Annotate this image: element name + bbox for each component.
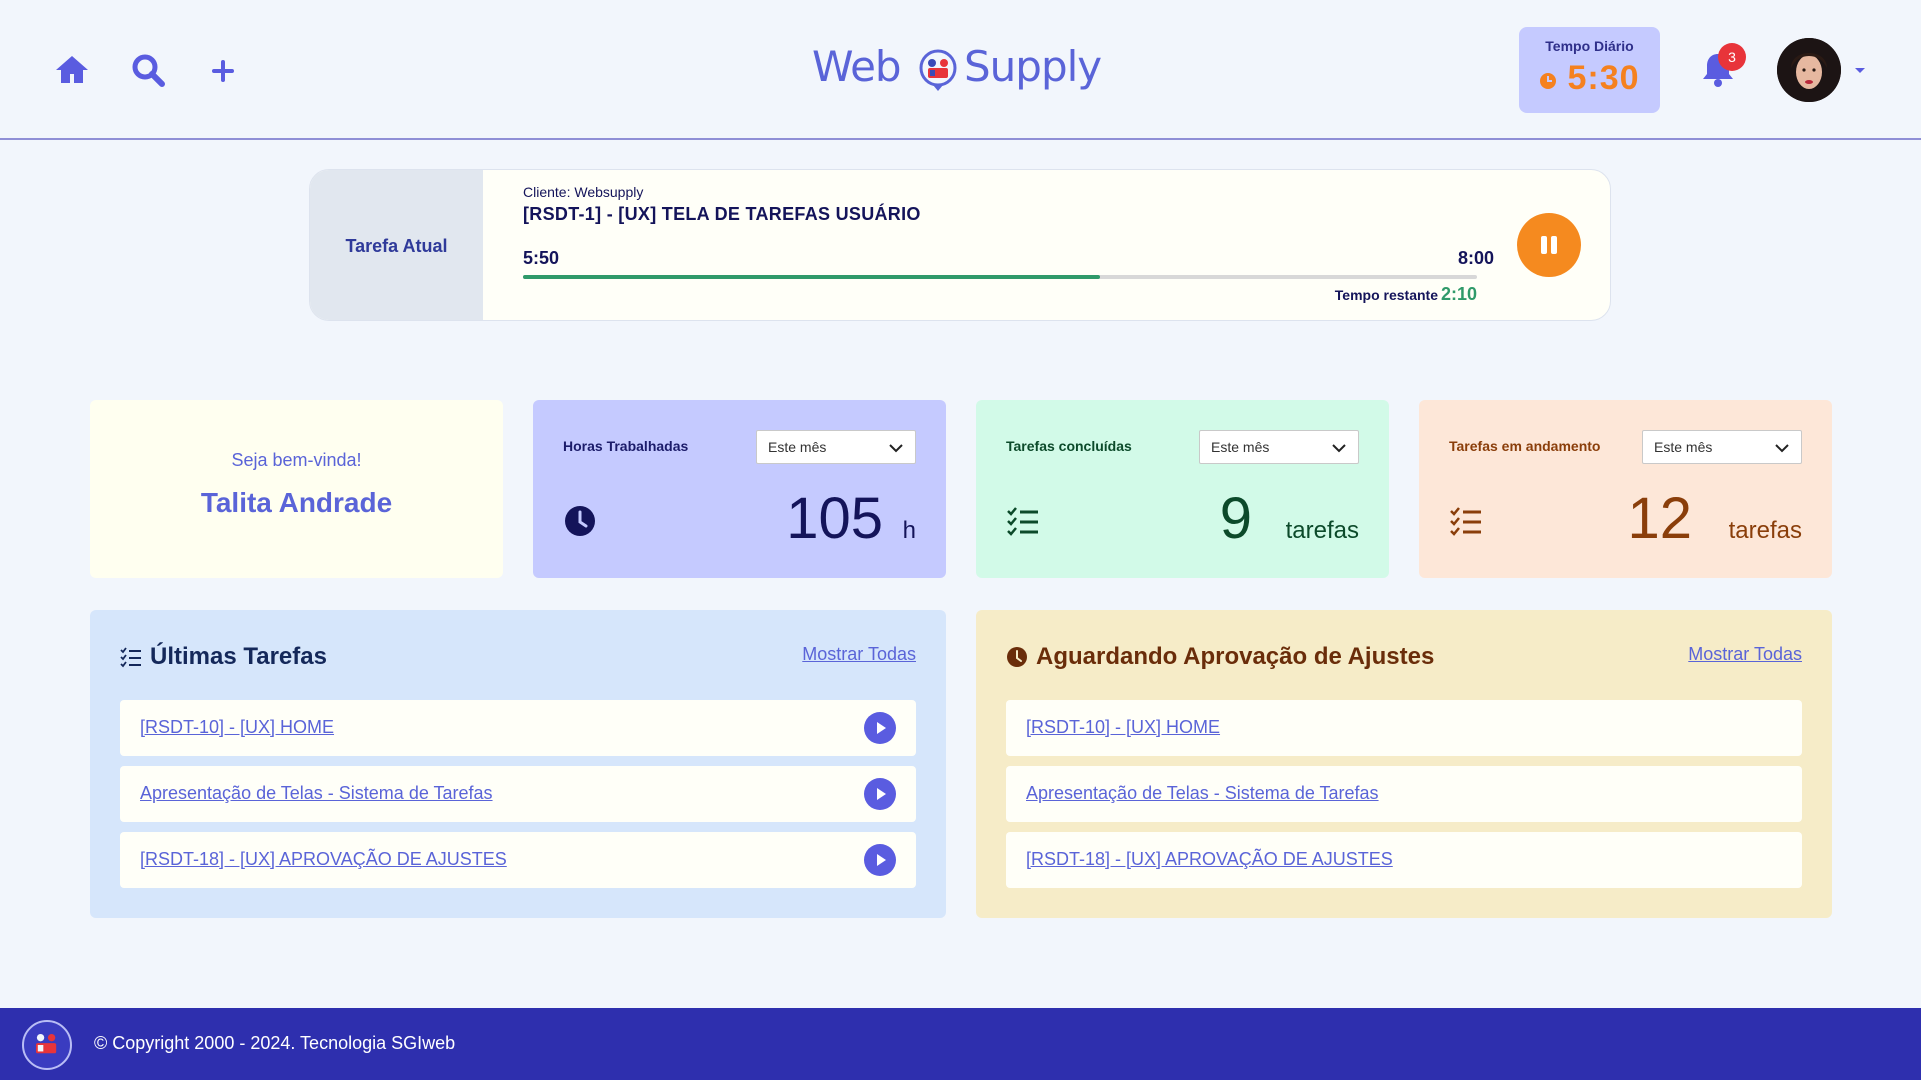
logo-text-supply: Supply	[964, 42, 1102, 91]
pause-icon	[1541, 236, 1547, 254]
websupply-logo: Web Supply	[812, 40, 1112, 100]
list-item[interactable]: [RSDT-18] - [UX] APROVAÇÃO DE AJUSTES	[120, 832, 916, 888]
chevron-down-icon[interactable]	[1852, 62, 1868, 78]
in-progress-period-value: Este mês	[1654, 439, 1713, 455]
user-name: Talita Andrade	[200, 487, 393, 518]
task-start-time: 5:50	[523, 248, 560, 268]
user-avatar[interactable]	[1777, 38, 1841, 102]
completed-tasks-card: Tarefas concluídas Este mês 9 tarefas	[976, 400, 1389, 578]
in-progress-period-select[interactable]: Este mês	[1642, 430, 1802, 464]
chevron-down-icon	[1332, 444, 1346, 453]
footer: © Copyright 2000 - 2024. Tecnologia SGIw…	[0, 1008, 1921, 1080]
play-icon[interactable]	[864, 712, 896, 744]
task-progress-fill	[523, 275, 1101, 279]
in-progress-tasks-label: Tarefas em andamento	[1449, 438, 1601, 454]
search-icon[interactable]	[128, 50, 168, 90]
latest-tasks-header: Últimas Tarefas	[120, 640, 327, 674]
checklist-icon	[1450, 507, 1481, 536]
completed-period-value: Este mês	[1211, 439, 1270, 455]
play-icon[interactable]	[864, 778, 896, 810]
footer-logo-icon	[22, 1020, 72, 1070]
list-item-link[interactable]: [RSDT-10] - [UX] HOME	[140, 717, 334, 738]
list-item-link[interactable]: [RSDT-10] - [UX] HOME	[1026, 717, 1220, 738]
latest-tasks-title: Últimas Tarefas	[150, 643, 327, 670]
notification-badge: 3	[1718, 43, 1746, 71]
current-task-label: Tarefa Atual	[345, 235, 448, 256]
in-progress-tasks-unit: tarefas	[1728, 517, 1802, 544]
copyright-text: © Copyright 2000 - 2024. Tecnologia SGIw…	[94, 1033, 456, 1053]
task-progress-bar	[523, 275, 1477, 279]
list-item-link[interactable]: [RSDT-18] - [UX] APROVAÇÃO DE AJUSTES	[140, 849, 507, 870]
latest-tasks-show-all-link[interactable]: Mostrar Todas	[802, 644, 916, 665]
hours-worked-unit: h	[902, 517, 916, 544]
logo-emblem-icon	[919, 49, 957, 91]
list-item-link[interactable]: Apresentação de Telas - Sistema de Taref…	[140, 783, 493, 804]
checklist-icon	[1007, 507, 1038, 536]
latest-tasks-panel: Últimas Tarefas Mostrar Todas [RSDT-10] …	[90, 610, 946, 918]
daily-time-value: 5:30	[1567, 59, 1640, 97]
hours-period-select[interactable]: Este mês	[756, 430, 916, 464]
in-progress-tasks-value: 12	[1627, 486, 1692, 551]
list-item[interactable]: [RSDT-10] - [UX] HOME	[120, 700, 916, 756]
completed-tasks-unit: tarefas	[1285, 517, 1359, 544]
current-task-card: Tarefa Atual Cliente: Websupply [RSDT-1]…	[309, 169, 1611, 321]
completed-tasks-label: Tarefas concluídas	[1006, 438, 1132, 454]
hours-period-value: Este mês	[768, 439, 827, 455]
clock-icon	[565, 506, 595, 536]
list-item[interactable]: Apresentação de Telas - Sistema de Taref…	[120, 766, 916, 822]
daily-time-value-wrap: 5:30	[1519, 59, 1660, 98]
list-item[interactable]: Apresentação de Telas - Sistema de Taref…	[1006, 766, 1802, 822]
checklist-icon	[120, 647, 141, 668]
list-item[interactable]: [RSDT-10] - [UX] HOME	[1006, 700, 1802, 756]
top-header: Web Supply Tempo Diário 5:30 3	[0, 0, 1921, 140]
home-icon[interactable]	[52, 50, 92, 90]
list-item[interactable]: [RSDT-18] - [UX] APROVAÇÃO DE AJUSTES	[1006, 832, 1802, 888]
clock-icon	[1007, 647, 1027, 667]
list-item-link[interactable]: [RSDT-18] - [UX] APROVAÇÃO DE AJUSTES	[1026, 849, 1393, 870]
remaining-time-label: Tempo restante	[1334, 287, 1438, 303]
in-progress-tasks-card: Tarefas em andamento Este mês 12 tarefas	[1419, 400, 1832, 578]
hours-worked-label: Horas Trabalhadas	[563, 438, 689, 454]
remaining-time-value: 2:10	[1440, 284, 1477, 304]
chevron-down-icon	[889, 444, 903, 453]
add-icon[interactable]	[203, 50, 243, 90]
awaiting-approval-panel: Aguardando Aprovação de Ajustes Mostrar …	[976, 610, 1832, 918]
completed-period-select[interactable]: Este mês	[1199, 430, 1359, 464]
chevron-down-icon	[1775, 444, 1789, 453]
clock-icon	[1540, 72, 1557, 89]
list-item-link[interactable]: Apresentação de Telas - Sistema de Taref…	[1026, 783, 1379, 804]
daily-time-box: Tempo Diário 5:30	[1519, 27, 1660, 113]
welcome-card: Seja bem-vinda! Talita Andrade	[90, 400, 503, 578]
awaiting-approval-show-all-link[interactable]: Mostrar Todas	[1688, 644, 1802, 665]
hours-worked-value: 105	[786, 486, 883, 551]
completed-tasks-value: 9	[1219, 486, 1252, 551]
hours-worked-card: Horas Trabalhadas Este mês 105 h	[533, 400, 946, 578]
awaiting-approval-header: Aguardando Aprovação de Ajustes	[1006, 640, 1434, 674]
task-client: Cliente: Websupply	[523, 184, 644, 200]
awaiting-approval-title: Aguardando Aprovação de Ajustes	[1036, 643, 1435, 670]
play-icon[interactable]	[864, 844, 896, 876]
task-end-time: 8:00	[1457, 248, 1494, 268]
logo-text-web: Web	[812, 42, 902, 91]
task-title: [RSDT-1] - [UX] TELA DE TAREFAS USUÁRIO	[523, 204, 921, 224]
welcome-greeting: Seja bem-vinda!	[231, 450, 362, 470]
daily-time-label: Tempo Diário	[1545, 38, 1634, 54]
pause-button[interactable]	[1517, 213, 1581, 277]
current-task-side: Tarefa Atual	[310, 170, 483, 320]
